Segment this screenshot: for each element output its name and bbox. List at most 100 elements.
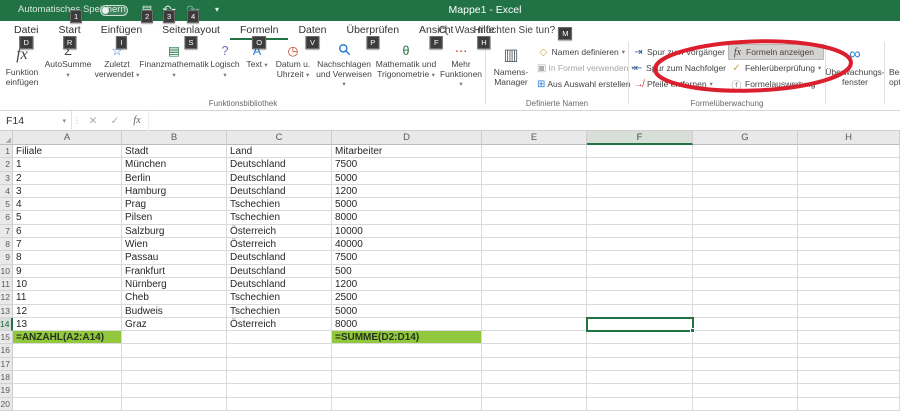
cell-A10[interactable]: 9 bbox=[13, 265, 122, 278]
cell-E1[interactable] bbox=[482, 145, 587, 158]
cell-D3[interactable]: 5000 bbox=[332, 172, 482, 185]
cell-E13[interactable] bbox=[482, 305, 587, 318]
cell-D10[interactable]: 500 bbox=[332, 265, 482, 278]
cell-A9[interactable]: 8 bbox=[13, 251, 122, 264]
cell-C2[interactable]: Deutschland bbox=[227, 158, 332, 171]
cell-C20[interactable] bbox=[227, 398, 332, 411]
trace-dependents-button[interactable]: ⇤Spur zum Nachfolger bbox=[630, 60, 728, 76]
cell-C16[interactable] bbox=[227, 344, 332, 357]
cell-D6[interactable]: 8000 bbox=[332, 211, 482, 224]
cell-A13[interactable]: 12 bbox=[13, 305, 122, 318]
evaluate-formula-button[interactable]: ⓕFormelauswertung bbox=[728, 76, 824, 92]
cell-H1[interactable] bbox=[798, 145, 900, 158]
cell-F16[interactable] bbox=[587, 344, 693, 357]
cell-D1[interactable]: Mitarbeiter bbox=[332, 145, 482, 158]
cell-G18[interactable] bbox=[693, 371, 798, 384]
cell-D9[interactable]: 7500 bbox=[332, 251, 482, 264]
cell-A6[interactable]: 5 bbox=[13, 211, 122, 224]
cell-C15[interactable] bbox=[227, 331, 332, 344]
cell-D4[interactable]: 1200 bbox=[332, 185, 482, 198]
column-header-a[interactable]: A bbox=[13, 131, 122, 145]
cell-B5[interactable]: Prag bbox=[122, 198, 227, 211]
cell-C18[interactable] bbox=[227, 371, 332, 384]
cell-F19[interactable] bbox=[587, 384, 693, 397]
cell-C9[interactable]: Deutschland bbox=[227, 251, 332, 264]
cell-A4[interactable]: 3 bbox=[13, 185, 122, 198]
cell-A5[interactable]: 4 bbox=[13, 198, 122, 211]
name-box-dropdown-icon[interactable]: ▾ bbox=[62, 117, 66, 125]
row-header-3[interactable]: 3 bbox=[0, 172, 13, 185]
name-box[interactable]: F14 ▾ bbox=[0, 111, 72, 131]
cell-F9[interactable] bbox=[587, 251, 693, 264]
cell-G12[interactable] bbox=[693, 291, 798, 304]
cell-D20[interactable] bbox=[332, 398, 482, 411]
row-header-10[interactable]: 10 bbox=[0, 265, 13, 278]
cell-H20[interactable] bbox=[798, 398, 900, 411]
cell-B2[interactable]: München bbox=[122, 158, 227, 171]
create-from-selection-button[interactable]: ⊞Aus Auswahl erstellen bbox=[535, 76, 627, 92]
cell-G19[interactable] bbox=[693, 384, 798, 397]
cell-F3[interactable] bbox=[587, 172, 693, 185]
lookup-reference-button[interactable]: Nachschlagen und Verweisen ▾ bbox=[314, 40, 374, 96]
cell-B8[interactable]: Wien bbox=[122, 238, 227, 251]
cell-B9[interactable]: Passau bbox=[122, 251, 227, 264]
cell-G10[interactable] bbox=[693, 265, 798, 278]
cancel-button[interactable]: ✕ bbox=[82, 115, 104, 127]
cell-H15[interactable] bbox=[798, 331, 900, 344]
column-header-b[interactable]: B bbox=[122, 131, 227, 145]
tell-me-search[interactable]: Was möchten Sie tun? M bbox=[438, 24, 572, 37]
cell-B13[interactable]: Budweis bbox=[122, 305, 227, 318]
cell-A3[interactable]: 2 bbox=[13, 172, 122, 185]
cell-B1[interactable]: Stadt bbox=[122, 145, 227, 158]
cell-B15[interactable] bbox=[122, 331, 227, 344]
cell-H13[interactable] bbox=[798, 305, 900, 318]
cell-H12[interactable] bbox=[798, 291, 900, 304]
select-all-corner[interactable]: ◢ bbox=[0, 131, 13, 145]
cell-A12[interactable]: 11 bbox=[13, 291, 122, 304]
cell-B11[interactable]: Nürnberg bbox=[122, 278, 227, 291]
cell-H9[interactable] bbox=[798, 251, 900, 264]
trace-precedents-button[interactable]: ⇥Spur zum Vorgänger bbox=[630, 44, 728, 60]
cell-G4[interactable] bbox=[693, 185, 798, 198]
remove-arrows-button[interactable]: ↛Pfeile entfernen▾ bbox=[630, 76, 728, 92]
cell-G7[interactable] bbox=[693, 225, 798, 238]
cell-F15[interactable] bbox=[587, 331, 693, 344]
row-header-6[interactable]: 6 bbox=[0, 211, 13, 224]
cell-A18[interactable] bbox=[13, 371, 122, 384]
cell-F5[interactable] bbox=[587, 198, 693, 211]
row-header-13[interactable]: 13 bbox=[0, 305, 13, 318]
row-header-20[interactable]: 20 bbox=[0, 398, 13, 411]
cell-H8[interactable] bbox=[798, 238, 900, 251]
cell-B12[interactable]: Cheb bbox=[122, 291, 227, 304]
calculation-options-button[interactable]: ▦Berechnungs-optionen bbox=[886, 40, 900, 96]
cell-H3[interactable] bbox=[798, 172, 900, 185]
row-header-7[interactable]: 7 bbox=[0, 225, 13, 238]
cell-F10[interactable] bbox=[587, 265, 693, 278]
row-header-14[interactable]: 14 bbox=[0, 318, 13, 331]
row-header-5[interactable]: 5 bbox=[0, 198, 13, 211]
cell-F11[interactable] bbox=[587, 278, 693, 291]
cell-C4[interactable]: Deutschland bbox=[227, 185, 332, 198]
cell-F1[interactable] bbox=[587, 145, 693, 158]
cell-H4[interactable] bbox=[798, 185, 900, 198]
insert-function-fx-button[interactable]: fx bbox=[126, 115, 148, 126]
cell-A15[interactable]: =ANZAHL(A2:A14) bbox=[13, 331, 122, 344]
cell-D5[interactable]: 5000 bbox=[332, 198, 482, 211]
column-header-e[interactable]: E bbox=[482, 131, 587, 145]
cell-B6[interactable]: Pilsen bbox=[122, 211, 227, 224]
column-header-c[interactable]: C bbox=[227, 131, 332, 145]
cell-D11[interactable]: 1200 bbox=[332, 278, 482, 291]
show-formulas-button[interactable]: fxFormeln anzeigen bbox=[728, 44, 824, 60]
row-header-9[interactable]: 9 bbox=[0, 251, 13, 264]
cell-G5[interactable] bbox=[693, 198, 798, 211]
cell-C1[interactable]: Land bbox=[227, 145, 332, 158]
enter-button[interactable]: ✓ bbox=[104, 115, 126, 127]
cell-E2[interactable] bbox=[482, 158, 587, 171]
cell-G1[interactable] bbox=[693, 145, 798, 158]
use-in-formula-button[interactable]: ▣In Formel verwenden▾ bbox=[535, 60, 627, 76]
cell-E12[interactable] bbox=[482, 291, 587, 304]
cell-A2[interactable]: 1 bbox=[13, 158, 122, 171]
cell-F18[interactable] bbox=[587, 371, 693, 384]
cell-B14[interactable]: Graz bbox=[122, 318, 227, 331]
cell-H14[interactable] bbox=[798, 318, 900, 331]
